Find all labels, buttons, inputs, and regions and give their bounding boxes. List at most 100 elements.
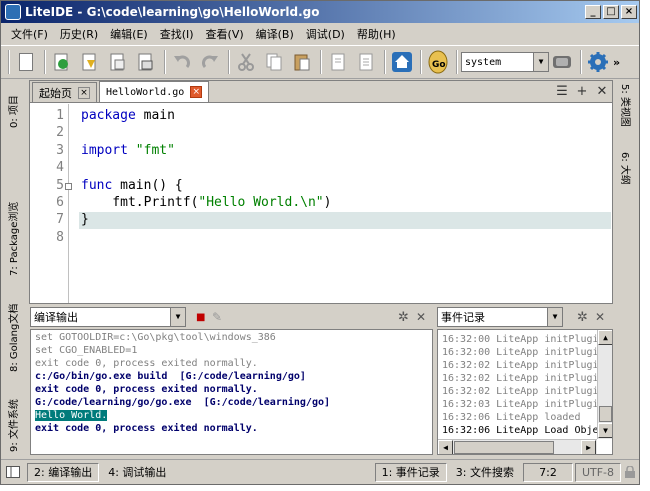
scroll-down-icon[interactable]: ▼ xyxy=(598,423,612,438)
sidebar-tab-package-browser[interactable]: 7: Package浏览 xyxy=(5,202,25,291)
title-bar[interactable]: LiteIDE - G:\code\learning\go\HelloWorld… xyxy=(1,1,639,23)
close-editor-icon[interactable]: ✕ xyxy=(592,84,612,99)
code-line-6: fmt.Printf("Hello World.\n") xyxy=(81,195,331,212)
event-log-vertical-scrollbar[interactable]: ▲ ▼ xyxy=(597,330,612,439)
menu-debug[interactable]: 调试(D) xyxy=(300,26,351,42)
code-token: } xyxy=(81,212,89,227)
sidebar-tab-outline[interactable]: 6: 大纲 xyxy=(619,152,650,185)
close-tab-icon[interactable]: × xyxy=(190,86,203,98)
open-button[interactable] xyxy=(49,49,75,75)
options-button[interactable] xyxy=(585,49,611,75)
code-line-7: } xyxy=(81,212,89,229)
build-output-header: 编译输出 ▼ ■ ✎ ✲ ✕ xyxy=(29,306,434,328)
chevron-down-icon: ▼ xyxy=(533,53,548,71)
code-editor[interactable]: package main import "fmt" func main() { … xyxy=(81,104,611,303)
copy-button[interactable] xyxy=(261,49,287,75)
chevron-down-icon: ▼ xyxy=(547,308,562,326)
readonly-indicator xyxy=(621,463,639,482)
tab-list-icon[interactable]: ☰ xyxy=(552,84,572,99)
close-panel-icon[interactable]: ✕ xyxy=(416,310,434,324)
build-output-toggle[interactable]: 2: 编译输出 xyxy=(27,462,100,482)
settings-icon[interactable]: ✲ xyxy=(398,310,416,325)
panel-layout-icon xyxy=(6,466,20,478)
code-line-5: func main() { xyxy=(81,178,183,195)
tab-start-page[interactable]: 起始页 × xyxy=(32,82,97,102)
paste-icon xyxy=(294,54,310,71)
output-line: G:/code/learning/go/go.exe [G:/code/lear… xyxy=(35,397,331,408)
event-log-toggle[interactable]: 1: 事件记录 xyxy=(374,462,447,482)
build-output-log[interactable]: set GOTOOLDIR=c:\Go\pkg\tool\windows_386… xyxy=(30,329,433,455)
toolbar-overflow-button[interactable]: » xyxy=(613,56,625,69)
add-document-icon xyxy=(331,53,345,71)
menu-help[interactable]: 帮助(H) xyxy=(351,26,402,42)
menu-build[interactable]: 编译(B) xyxy=(250,26,300,42)
event-line: 16:32:06 LiteApp Load Object xyxy=(442,425,611,436)
fold-toggle-icon[interactable] xyxy=(65,183,72,190)
line-number: 2 xyxy=(56,125,64,140)
menu-bar: 文件(F) 历史(R) 编辑(E) 查找(I) 查看(V) 编译(B) 调试(D… xyxy=(1,24,639,44)
sidebar-tab-project[interactable]: 0: 项目 xyxy=(5,95,25,143)
lock-icon xyxy=(625,466,635,478)
undo-button[interactable] xyxy=(169,49,195,75)
scroll-up-icon[interactable]: ▲ xyxy=(598,330,612,345)
environment-edit-button[interactable] xyxy=(549,49,575,75)
sidebar-tab-golang-docs[interactable]: 8: Golang文档 xyxy=(5,304,25,387)
editor-area: 起始页 × HelloWorld.go × ☰ + ✕ 1 2 3 4 5 6 … xyxy=(29,80,613,304)
save-all-button[interactable] xyxy=(105,49,131,75)
menu-file[interactable]: 文件(F) xyxy=(5,26,54,42)
redo-button[interactable] xyxy=(197,49,223,75)
scrollbar-thumb[interactable] xyxy=(599,406,612,422)
menu-find[interactable]: 查找(I) xyxy=(154,26,200,42)
code-token: import xyxy=(81,143,128,158)
close-tab-icon[interactable]: × xyxy=(78,86,90,99)
event-log-header: 事件记录 ▼ ✲ ✕ xyxy=(437,306,613,328)
environment-select[interactable]: system ▼ xyxy=(461,52,549,72)
scroll-left-icon[interactable]: ◀ xyxy=(438,440,453,454)
event-log-horizontal-scrollbar[interactable]: ◀ ▶ xyxy=(438,439,597,454)
close-button[interactable]: × xyxy=(621,5,637,19)
print-button[interactable] xyxy=(133,49,159,75)
line-number-gutter: 1 2 3 4 5 6 7 8 xyxy=(30,104,76,303)
menu-view[interactable]: 查看(V) xyxy=(200,26,250,42)
output-line: exit code 0, process exited normally. xyxy=(35,384,258,395)
maximize-button[interactable]: □ xyxy=(603,5,619,19)
save-button[interactable] xyxy=(77,49,103,75)
clear-output-icon[interactable]: ✎ xyxy=(212,310,228,324)
settings-icon[interactable]: ✲ xyxy=(577,310,595,325)
stop-icon[interactable]: ■ xyxy=(196,312,212,323)
menu-history[interactable]: 历史(R) xyxy=(54,26,104,42)
editor-tab-tools: ☰ + ✕ xyxy=(552,80,612,102)
document-button[interactable] xyxy=(353,49,379,75)
line-number: 7 xyxy=(56,212,64,227)
close-panel-icon[interactable]: ✕ xyxy=(595,310,613,324)
debug-output-toggle[interactable]: 4: 调试输出 xyxy=(101,462,174,482)
event-log[interactable]: 16:32:00 LiteApp initPlugin 16:32:00 Lit… xyxy=(437,329,613,455)
menu-edit[interactable]: 编辑(E) xyxy=(104,26,154,42)
scroll-right-icon[interactable]: ▶ xyxy=(581,440,596,454)
home-button[interactable] xyxy=(389,49,415,75)
toggle-panels-button[interactable] xyxy=(1,463,25,482)
sidebar-tab-class-view[interactable]: 5: 类视图 xyxy=(619,84,650,127)
output-line: exit code 0, process exited normally. xyxy=(35,358,258,369)
line-number: 6 xyxy=(56,195,64,210)
minimize-button[interactable]: _ xyxy=(585,5,601,19)
event-line: 16:32:03 LiteApp initPlugin xyxy=(442,399,605,410)
go-gopher-icon: Go xyxy=(428,50,448,74)
status-bar: 2: 编译输出 4: 调试输出 1: 事件记录 3: 文件搜索 7:2 UTF-… xyxy=(1,459,639,484)
add-file-button[interactable] xyxy=(325,49,351,75)
file-search-toggle[interactable]: 3: 文件搜索 xyxy=(448,462,521,482)
sidebar-tab-filesystem-label: 9: 文件系统 xyxy=(9,399,20,452)
line-number: 4 xyxy=(56,160,64,175)
event-log-select[interactable]: 事件记录 ▼ xyxy=(437,307,563,327)
tab-helloworld-go[interactable]: HelloWorld.go × xyxy=(99,81,210,102)
cut-button[interactable] xyxy=(233,49,259,75)
home-icon xyxy=(392,52,412,72)
scrollbar-thumb[interactable] xyxy=(454,441,554,454)
new-file-button[interactable] xyxy=(13,49,39,75)
paste-button[interactable] xyxy=(289,49,315,75)
split-add-icon[interactable]: + xyxy=(572,84,592,99)
sidebar-tab-class-view-label: 5: 类视图 xyxy=(619,84,630,127)
go-build-button[interactable]: Go xyxy=(425,49,451,75)
toolbar-separator xyxy=(580,50,582,74)
output-select[interactable]: 编译输出 ▼ xyxy=(30,307,186,327)
